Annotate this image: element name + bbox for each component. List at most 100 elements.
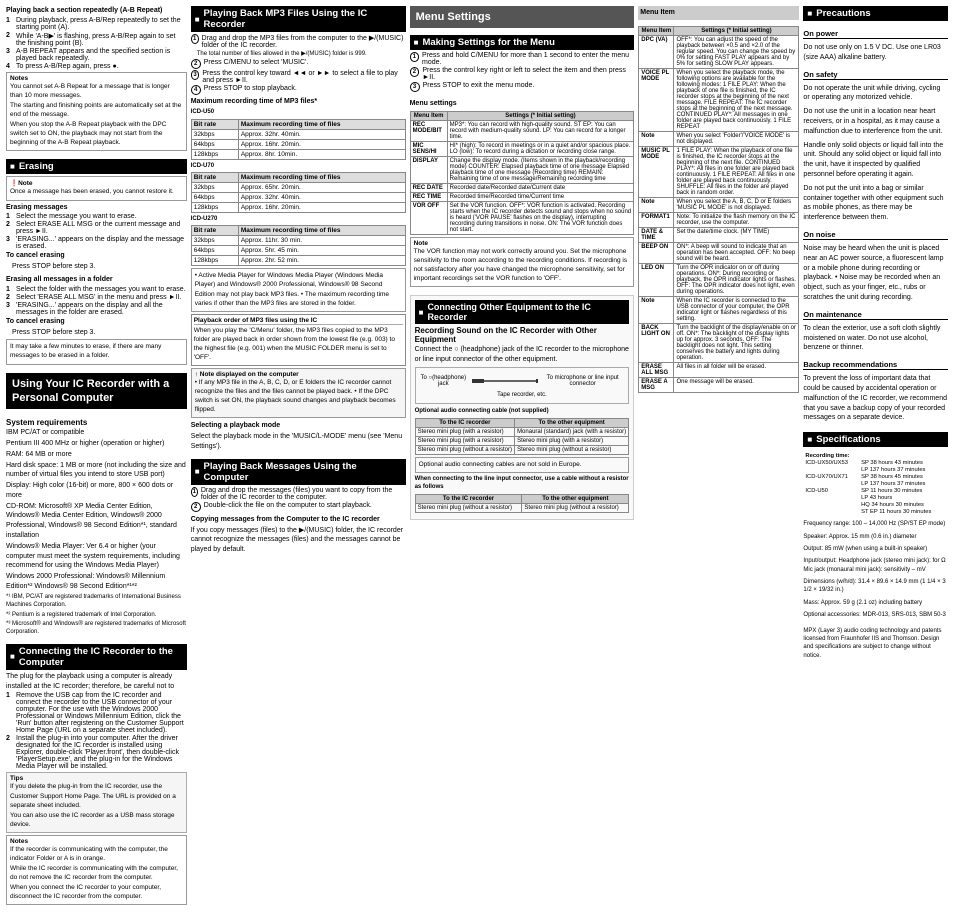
menu-settings-title: Menu Settings — [416, 10, 629, 24]
sys-req-title: System requirements — [6, 418, 187, 427]
menu-row-vor: VOR OFF Set the VOR function. OFF*: VOR … — [410, 202, 634, 235]
menu-settings-section: Menu settings Menu Item Settings (* Init… — [410, 99, 635, 289]
select-mode-title: Selecting a playback mode — [191, 421, 406, 431]
menu-row-mic-sens: MIC SENS/HI HI* (high): To record in mee… — [410, 142, 634, 157]
ms-step-2: 2 Press the control key right or left to… — [410, 67, 635, 81]
erasing-section: Erasing ❗Note Once a message has been er… — [6, 159, 187, 366]
erase-step-1: 1 Select the message you want to erase. — [6, 213, 187, 220]
cable-note: Optional audio connecting cables are not… — [415, 457, 630, 473]
voice-mode-row: VOICE PL MODE When you select the playba… — [639, 68, 799, 131]
cable-row-3: Stereo mini plug (without a resistor) St… — [415, 445, 629, 454]
recording-other-title: Recording Sound on the IC Recorder with … — [415, 326, 630, 344]
using-computer-title: Using Your IC Recorder with a Personal C… — [12, 377, 181, 406]
note-music-row: Note When you select the A, B, C, D or E… — [639, 197, 799, 212]
note-voice-row: Note When you select 'Folder'/'VOICE MOD… — [639, 131, 799, 146]
menu-settings-label: Menu settings — [410, 99, 635, 109]
menu-row-rec-mode: REC MODE/BIT MP3*: You can record with h… — [410, 121, 634, 142]
connect-step-1: 1 Remove the USB cap from the IC recorde… — [6, 692, 187, 734]
vor-note: Note The VOR function may not work corre… — [410, 237, 635, 287]
table-row: 64kbps Approx. 16hr. 20min. — [191, 139, 405, 149]
table-row: 32kbps Approx. 32hr. 40min. — [191, 129, 405, 139]
menu-row-rec-time: REC TIME Recorded time/Recorded time/Cur… — [410, 193, 634, 202]
spec-ux50-lp-row: LP 137 hours 37 minutes — [803, 466, 948, 473]
column-4: Menu Item Menu Item Settings (* Initial … — [638, 6, 799, 910]
diagram-left: To ○(headphone) jack — [419, 375, 468, 387]
column-3: Menu Settings Making Settings for the Me… — [410, 6, 635, 910]
on-safety-title: On safety — [803, 70, 948, 80]
recording-other-text: Connect the ○ (headphone) jack of the IC… — [415, 345, 630, 365]
playing-messages-section: Playing Back Messages Using the Computer… — [191, 459, 406, 556]
date-time-row: DATE & TIME Set the date/time clock. (MY… — [639, 227, 799, 242]
table-row: 128kbps Approx. 2hr. 52 min. — [191, 256, 405, 266]
page: Playing back a section repeatedly (A-B R… — [0, 0, 954, 916]
ab-repeat-title: Playing back a section repeatedly (A-B R… — [6, 6, 187, 16]
spec-recording-row: Recording time: — [803, 452, 948, 459]
specs-table: Recording time: ICD-UX50/UX53 SP 38 hour… — [803, 452, 948, 515]
menu-settings-table: Menu Item Settings (* Initial setting) R… — [410, 111, 635, 235]
spec-u50-sp-row: ICD-U50 SP 11 hours 30 minutes — [803, 487, 948, 494]
erase-step-2: 2 Select ERASE ALL MSG or the current me… — [6, 221, 187, 235]
music-mode-row: MUSIC PL MODE 1 FILE PLAY: When the play… — [639, 146, 799, 197]
icd-u270-table: Bit rate Maximum recording time of files… — [191, 225, 406, 266]
column-5: Precautions On power Do not use only on … — [803, 6, 948, 910]
menu-settings-header: Menu Settings — [410, 6, 635, 28]
erase-top-note: ❗Note Once a message has been erased, yo… — [6, 176, 187, 200]
spec-mass: Mass: Approx. 59 g (2.1 oz) including ba… — [803, 599, 948, 607]
connector-diagram: To ○(headphone) jack To microphone or li… — [415, 367, 630, 404]
column-1: Playing back a section repeatedly (A-B R… — [6, 6, 187, 910]
icd-u50-header: ICD-U50 — [191, 108, 406, 116]
cable-row-2: Stereo mini plug (with a resistor) Stere… — [415, 436, 629, 445]
backlight-row: BACK LIGHT ON Turn the backlight of the … — [639, 323, 799, 362]
system-requirements-section: System requirements IBM PC/AT or compati… — [6, 416, 187, 638]
on-noise-text: Noise may be heard when the unit is plac… — [803, 244, 948, 303]
connect-step-2: 2 Install the plug-in into your computer… — [6, 735, 187, 770]
erase-folder-note: It may take a few minutes to erase, if t… — [6, 339, 187, 364]
spec-ux50-row: ICD-UX50/UX53 SP 38 hours 43 minutes — [803, 459, 948, 466]
erase-folder-step-3: 3 'ERASING...' appears on the display an… — [6, 302, 187, 316]
spec-output: Output: 85 mW (when using a built-in spe… — [803, 545, 948, 553]
playing-mp3-section: Playing Back MP3 Files Using the IC Reco… — [191, 6, 406, 453]
using-computer-header: Using Your IC Recorder with a Personal C… — [6, 373, 187, 410]
backup-title: Backup recommendations — [803, 360, 948, 370]
cancel-erase-text: Press STOP before step 3. — [6, 262, 187, 272]
mp3-section-title: Playing Back MP3 Files Using the IC Reco… — [191, 6, 406, 32]
ms-step-3: 3 Press STOP to exit the menu mode. — [410, 82, 635, 92]
beep-row: BEEP ON ON*: A beep will sound to indica… — [639, 242, 799, 263]
max-time-title: Maximum recording time of MP3 files* — [191, 97, 406, 107]
table-row: 32kbps Approx. 11hr. 30 min. — [191, 236, 405, 246]
line-input-table: To the IC recorder To the other equipmen… — [415, 494, 630, 513]
spec-u70-step-row: ST EP 11 hours 30 minutes — [803, 508, 948, 515]
ab-step-2: 2 While 'A-B▶' is flashing, press A-B/Re… — [6, 32, 187, 47]
note-led-row: Note When the IC recorder is connected t… — [639, 296, 799, 323]
specifications-title: Specifications — [803, 432, 948, 447]
pm-step-1: 1 Drag and drop the messages (files) you… — [191, 487, 406, 501]
connecting-other-section: Connecting Other Equipment to the IC Rec… — [410, 295, 635, 519]
cancel-folder-text: Press STOP before step 3. — [6, 328, 187, 338]
ms-step-1: 1 Press and hold C/MENU for more than 1 … — [410, 52, 635, 66]
erasing-title: Erasing — [6, 159, 187, 174]
playback-order-box: Playback order of MP3 files using the IC… — [191, 314, 406, 366]
tips-box: Tips If you delete the plug-in from the … — [6, 772, 187, 832]
erase-all-row: ERASE ALL MSG All files in all folder wi… — [639, 362, 799, 377]
spec-accessories: Optional accessories: MDR-013, SRS-013, … — [803, 611, 948, 619]
cancel-erase-title: To cancel erasing — [6, 251, 187, 261]
on-maintenance-title: On maintenance — [803, 310, 948, 320]
menu-item-col-header: Menu Item — [638, 6, 799, 20]
mp3-step-1: 1 Drag and drop the MP3 files from the c… — [191, 34, 406, 49]
mp3-step-2: 2 Press C/MENU to select 'MUSIC'. — [191, 59, 406, 69]
line-input-title: When connecting to the line input connec… — [415, 475, 630, 492]
select-mode-text: Select the playback mode in the 'MUSIC/L… — [191, 432, 406, 452]
on-noise-title: On noise — [803, 230, 948, 240]
spec-dimensions: Dimensions (w/h/d): 31.4 × 89.6 × 14.9 m… — [803, 578, 948, 595]
diagram-right: To microphone or line input connector — [540, 375, 625, 387]
display-note: ↑ Note displayed on the computer • If an… — [191, 368, 406, 418]
spec-speaker: Speaker: Approx. 15 mm (0.6 in.) diamete… — [803, 533, 948, 541]
ab-repeat-section: Playing back a section repeatedly (A-B R… — [6, 6, 187, 153]
backup-text: To prevent the loss of important data th… — [803, 374, 948, 423]
on-power-title: On power — [803, 29, 948, 39]
connect-notes: Notes If the recorder is communicating w… — [6, 835, 187, 906]
icd-u50-table: Bit rate Maximum recording time of files… — [191, 119, 406, 160]
connecting-computer-section: Connecting the IC Recorder to the Comput… — [6, 644, 187, 908]
erase-folder-title: Erasing all messages in a folder — [6, 275, 187, 285]
column-2: Playing Back MP3 Files Using the IC Reco… — [191, 6, 406, 910]
